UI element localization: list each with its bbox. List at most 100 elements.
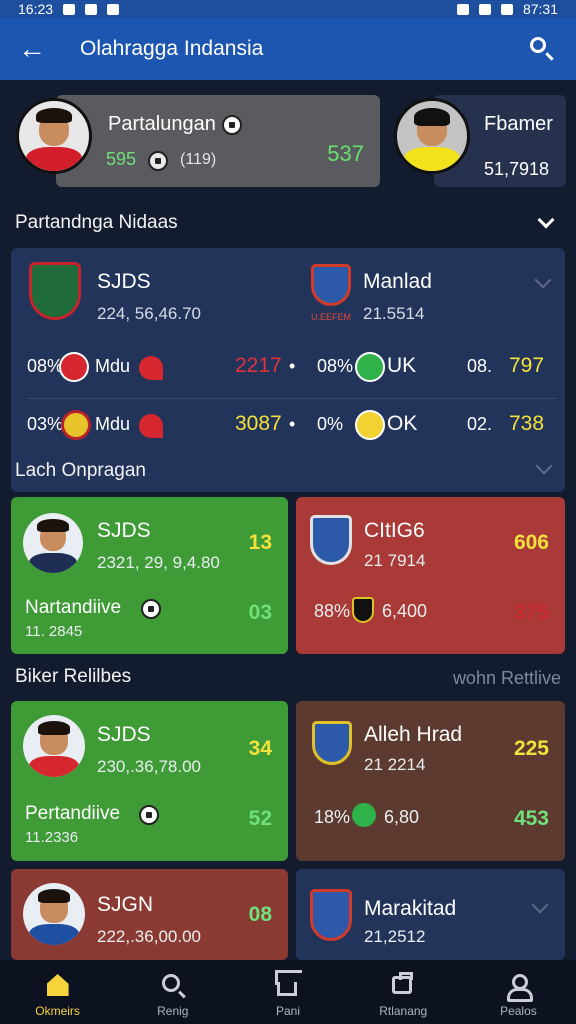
tile-title: Marakitad (364, 897, 457, 920)
sound-icon (478, 3, 491, 15)
tile-subtitle: 21 2214 (364, 755, 426, 774)
tile-title: CItIG6 (364, 519, 425, 542)
main-content: Partalungan 595 (119) 537 Fbamer 51,7918… (0, 80, 576, 960)
stat-row[interactable]: 08% Mdu 2217 • 08% UK 08. 797 (27, 346, 557, 390)
page-title: Olahragga Indansia (80, 37, 264, 60)
soccer-ball-icon (141, 599, 161, 619)
nav-item-search[interactable]: Renig (115, 960, 230, 1024)
back-arrow-icon[interactable]: ← (18, 33, 58, 65)
featured-player-score: 537 (327, 141, 364, 166)
team-stat: 224, 56,46.70 (97, 304, 201, 323)
player-avatar (23, 883, 85, 945)
team-crest-icon (310, 515, 352, 565)
team-tile[interactable]: Alleh Hrad 21 2214 225 18% 6,80 453 (296, 701, 565, 861)
tile-title: SJDS (97, 519, 151, 542)
chevron-down-icon[interactable] (534, 271, 552, 289)
featured-player-card[interactable]: Partalungan 595 (119) 537 (56, 95, 380, 187)
team-logo-icon (355, 352, 385, 382)
tile-subtitle: 2321, 29, 9,4.80 (97, 553, 220, 572)
nav-item-home[interactable]: Okmeirs (0, 960, 115, 1024)
tile-label-sub: 11. 2845 (25, 623, 83, 640)
nav-item-profile[interactable]: Pealos (461, 960, 576, 1024)
player-avatar (23, 715, 85, 777)
player-tile[interactable]: SJDS 230,.36,78.00 34 Pertandiive 11.233… (11, 701, 288, 861)
tile-value: 6,80 (384, 807, 420, 827)
tile-number-2: 52 (248, 807, 272, 830)
row-percent: 03% (27, 414, 64, 434)
player-avatar[interactable] (394, 98, 470, 174)
tile-label: Pertandiive (25, 803, 121, 824)
tile-subtitle: 222,.36,00.00 (97, 927, 201, 946)
flag-icon (139, 356, 163, 380)
shield-icon (352, 597, 374, 623)
team-tile[interactable]: Marakitad 21,2512 (296, 869, 565, 960)
match-card[interactable]: SJDS 224, 56,46.70 U.EEFEM Manlad 21.551… (11, 248, 565, 492)
nav-label: Rtlanang (379, 1004, 428, 1018)
house-icon (277, 982, 297, 996)
second-player-name: Fbamer (484, 113, 553, 135)
row-number: 08. (467, 356, 493, 376)
team-name: SJDS (97, 270, 151, 293)
tile-subtitle: 21 7914 (364, 551, 426, 570)
team-crest-icon (29, 262, 81, 320)
tile-number-2: 453 (513, 807, 549, 830)
team-logo-icon (61, 410, 91, 440)
team-logo-icon (59, 352, 89, 382)
nav-item-bag[interactable]: Rtlanang (346, 960, 461, 1024)
nav-item-house[interactable]: Pani (230, 960, 345, 1024)
row-value: 3087 (235, 412, 282, 435)
player-avatar (23, 513, 83, 573)
featured-player-count: (119) (180, 151, 217, 168)
section-title: Lach Onpragan (15, 460, 146, 481)
status-bar: 16:23 87:31 (0, 0, 576, 18)
tile-number: 606 (513, 531, 549, 554)
tile-number: 34 (248, 737, 272, 760)
row-name: Mdu (95, 356, 131, 376)
section-link[interactable]: wohn Rettlive (453, 668, 561, 689)
tile-percent: 88% (314, 601, 351, 621)
row-score: 797 (509, 354, 545, 377)
second-player-value: 51,7918 (484, 159, 550, 179)
tile-title: SJDS (97, 723, 151, 746)
app-icon (85, 3, 98, 15)
team-badge-icon (222, 115, 242, 135)
tile-subtitle: 230,.36,78.00 (97, 757, 201, 776)
divider (27, 398, 557, 399)
nav-label: Pealos (500, 1004, 537, 1018)
player-tile[interactable]: SJDS 2321, 29, 9,4.80 13 Nartandiive 11.… (11, 497, 288, 654)
stat-row[interactable]: 03% Mdu 3087 • 0% OK 02. 738 (27, 404, 557, 448)
triangle-icon (352, 803, 376, 827)
team-logo-icon (355, 410, 385, 440)
search-button[interactable] (522, 31, 558, 67)
check-icon (107, 3, 120, 15)
flag-icon (139, 414, 163, 438)
club-logo-icon (148, 151, 168, 171)
search-icon (161, 974, 180, 992)
chevron-down-icon[interactable] (531, 896, 549, 914)
nav-label: Pani (275, 1004, 301, 1018)
team-tile[interactable]: CItIG6 21 7914 606 88% 6,400 375 (296, 497, 565, 654)
row-percent: 08% (27, 356, 64, 376)
search-icon (530, 37, 546, 53)
tile-label-sub: 11.2336 (25, 829, 79, 846)
team-crest-icon (311, 264, 351, 306)
chevron-down-icon[interactable] (537, 211, 555, 229)
player-avatar[interactable] (16, 98, 92, 174)
user-icon (507, 974, 534, 1002)
nav-label: Okmeirs (35, 1004, 80, 1018)
tile-value: 6,400 (382, 601, 428, 621)
status-time: 16:23 (18, 1, 54, 17)
bottom-navigation: Okmeirs Renig Pani Rtlanang Pealos (0, 960, 576, 1024)
home-icon (46, 974, 69, 996)
row-code: UK (387, 354, 417, 377)
team-crest-icon (310, 889, 352, 941)
tile-title: Alleh Hrad (364, 723, 463, 746)
player-tile[interactable]: SJGN 222,.36,00.00 08 (11, 869, 288, 960)
section-title: Biker Relilbes (15, 666, 132, 687)
row-score: 738 (509, 412, 545, 435)
team-stat: 21.5514 (363, 304, 425, 323)
tile-number: 13 (248, 531, 272, 554)
row-percent-2: 0% (317, 414, 344, 434)
row-code: OK (387, 412, 418, 435)
tile-label: Nartandiive (25, 597, 122, 618)
